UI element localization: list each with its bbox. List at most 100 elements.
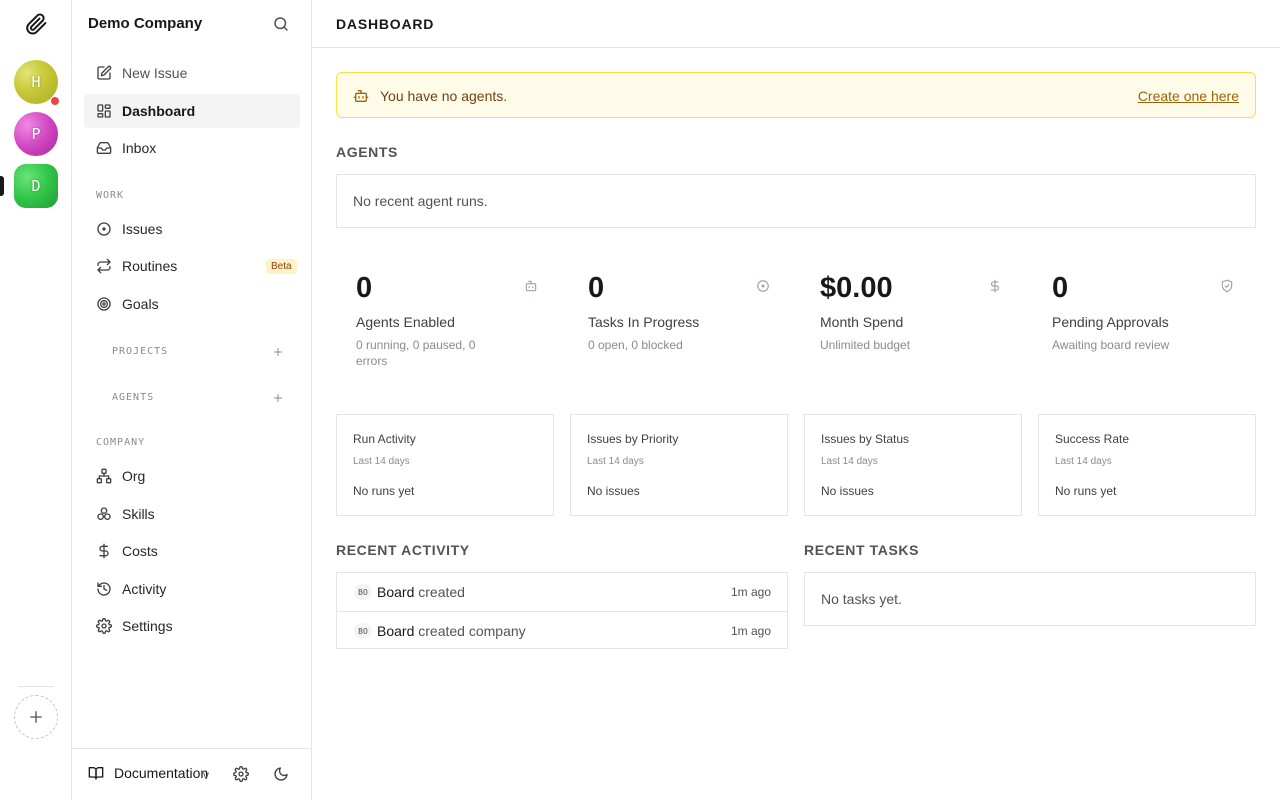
sidebar-item-issues[interactable]: Issues	[84, 212, 300, 246]
success-rate-card: Success Rate Last 14 days No runs yet	[1038, 414, 1256, 516]
card-range: Last 14 days	[1055, 456, 1112, 467]
sidebar-item-goals[interactable]: Goals	[84, 287, 300, 321]
stat-label: Tasks In Progress	[588, 314, 700, 330]
activity-row[interactable]: BO Board created 1m ago	[337, 573, 787, 611]
sidebar-item-skills[interactable]: Skills	[84, 497, 300, 531]
card-range: Last 14 days	[353, 456, 410, 467]
bot-icon	[524, 279, 538, 293]
nav-label: Goals	[122, 296, 159, 312]
recent-activity-title: RECENT ACTIVITY	[336, 542, 470, 558]
create-agent-link[interactable]: Create one here	[1138, 88, 1239, 104]
sidebar-item-settings[interactable]: Settings	[84, 609, 300, 643]
activity-actor: Board	[377, 623, 415, 639]
nav-label: Activity	[122, 581, 167, 597]
activity-action: created	[418, 584, 465, 600]
nav-label: Routines	[122, 258, 178, 274]
org-chart-icon	[96, 468, 112, 484]
activity-text: Board created	[377, 584, 465, 600]
target-icon	[96, 296, 112, 312]
add-agent-icon[interactable]	[272, 392, 284, 404]
nav-label: Skills	[122, 506, 155, 522]
sidebar-item-org[interactable]: Org	[84, 459, 300, 493]
nav-label: Costs	[122, 543, 158, 559]
top-bar: DASHBOARD	[312, 0, 1280, 48]
card-empty: No runs yet	[353, 484, 415, 498]
stat-pending-approvals[interactable]: 0 Pending Approvals Awaiting board revie…	[1032, 270, 1240, 380]
sidebar-item-routines[interactable]: Routines Beta	[84, 249, 300, 283]
settings-gear-icon[interactable]	[233, 766, 249, 782]
recent-activity-list: BO Board created 1m ago BO Board created…	[336, 572, 788, 649]
search-icon[interactable]	[272, 15, 290, 33]
nav-label: Inbox	[122, 140, 157, 156]
activity-action: created company	[418, 623, 526, 639]
nav-label: Settings	[122, 618, 173, 634]
gear-icon	[96, 618, 112, 634]
nav-label: Org	[122, 468, 146, 484]
nav-label: Dashboard	[122, 103, 196, 119]
stat-sub: Unlimited budget	[820, 338, 911, 352]
main-content: DASHBOARD You have no agents. Create one…	[312, 0, 1280, 800]
sidebar: Demo Company New Issue Dashboard Inbox W…	[72, 0, 312, 800]
stat-sub: 0 open, 0 blocked	[588, 338, 683, 352]
card-range: Last 14 days	[587, 456, 644, 467]
agents-section-title: AGENTS	[336, 144, 398, 160]
stat-value: 0	[356, 272, 373, 304]
bot-icon	[353, 88, 369, 104]
stat-label: Pending Approvals	[1052, 314, 1169, 330]
new-issue-button[interactable]: New Issue	[84, 56, 300, 90]
nav-label: New Issue	[122, 65, 188, 81]
sidebar-item-costs[interactable]: Costs	[84, 534, 300, 568]
no-agents-alert: You have no agents. Create one here	[336, 72, 1256, 118]
card-title: Success Rate	[1055, 432, 1130, 446]
boxes-icon	[96, 506, 112, 522]
circle-dot-icon	[756, 279, 770, 293]
activity-text: Board created company	[377, 623, 526, 639]
card-empty: No issues	[587, 484, 640, 498]
rail-divider	[18, 686, 54, 687]
alert-message: You have no agents.	[380, 88, 508, 104]
avatar: BO	[354, 584, 372, 600]
circle-dot-icon	[96, 221, 112, 237]
agents-panel: No recent agent runs.	[336, 174, 1256, 228]
stat-agents-enabled[interactable]: 0 Agents Enabled 0 running, 0 paused, 0 …	[336, 270, 544, 380]
issues-by-status-card: Issues by Status Last 14 days No issues	[804, 414, 1022, 516]
activity-time: 1m ago	[730, 624, 771, 638]
company-name[interactable]: Demo Company	[88, 15, 202, 32]
company-avatar-p[interactable]: P	[14, 112, 58, 156]
company-rail: H P D	[0, 0, 72, 800]
add-project-icon[interactable]	[272, 346, 284, 358]
recent-tasks-title: RECENT TASKS	[804, 542, 920, 558]
tasks-empty-text: No tasks yet.	[821, 591, 902, 607]
stat-month-spend[interactable]: $0.00 Month Spend Unlimited budget	[800, 270, 1008, 380]
card-range: Last 14 days	[821, 456, 878, 467]
documentation-link[interactable]: Documentation	[88, 765, 208, 781]
activity-actor: Board	[377, 584, 415, 600]
notification-dot	[50, 96, 60, 106]
company-avatar-d[interactable]: D	[14, 164, 58, 208]
avatar: BO	[354, 623, 372, 639]
dollar-icon	[988, 279, 1002, 293]
stat-label: Agents Enabled	[356, 314, 455, 330]
sidebar-item-inbox[interactable]: Inbox	[84, 131, 300, 165]
section-label-work: WORK	[96, 190, 125, 201]
shield-check-icon	[1220, 279, 1234, 293]
book-icon	[88, 765, 104, 781]
page-title: DASHBOARD	[336, 16, 435, 32]
add-company-button[interactable]	[14, 695, 58, 739]
card-title: Run Activity	[353, 432, 416, 446]
stat-sub: Awaiting board review	[1052, 338, 1170, 352]
nav-label: Issues	[122, 221, 163, 237]
recent-tasks-panel: No tasks yet.	[804, 572, 1256, 626]
paperclip-logo-icon[interactable]	[24, 12, 48, 36]
stat-value: 0	[1052, 272, 1069, 304]
repeat-icon	[96, 258, 112, 274]
activity-row[interactable]: BO Board created company 1m ago	[337, 611, 787, 649]
sidebar-item-activity[interactable]: Activity	[84, 572, 300, 606]
run-activity-card: Run Activity Last 14 days No runs yet	[336, 414, 554, 516]
sidebar-item-dashboard[interactable]: Dashboard	[84, 94, 300, 128]
stat-value: 0	[588, 272, 605, 304]
stat-sub: 0 running, 0 paused, 0 errors	[356, 338, 476, 368]
stat-tasks-in-progress[interactable]: 0 Tasks In Progress 0 open, 0 blocked	[568, 270, 776, 380]
card-title: Issues by Status	[821, 432, 910, 446]
moon-icon[interactable]	[273, 766, 289, 782]
